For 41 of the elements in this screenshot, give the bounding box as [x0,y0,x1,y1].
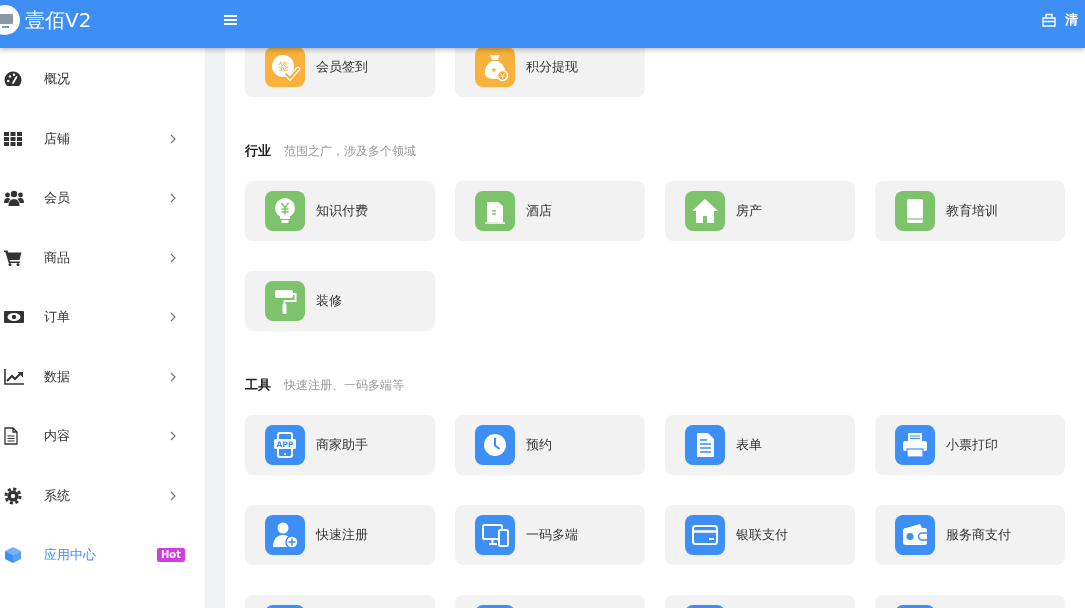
app-card[interactable]: 表单 [665,415,855,475]
cart-icon [4,249,22,266]
app-card[interactable]: 签 会员签到 [245,48,435,97]
gauge-icon [4,71,22,88]
banknote-icon [4,311,24,324]
app-card[interactable]: 小票打印 [875,415,1065,475]
section-title: 工具 [245,376,271,394]
app-card[interactable]: 教育培训 [875,181,1065,241]
sidebar-item[interactable]: 订单 [0,287,205,347]
app-card[interactable]: 快速注册 [245,505,435,565]
gear-icon [4,486,22,505]
section-title: 行业 [245,142,271,160]
sidebar-item[interactable]: 内容 [0,406,205,466]
sidebar-item[interactable]: 商品 [0,228,205,288]
app-title: 壹佰V2 [25,6,92,34]
sidebar-item[interactable]: 概况 [0,49,205,109]
app-card[interactable]: 房产 [665,181,855,241]
app-card[interactable]: 一码多端 [455,505,645,565]
menu-button[interactable] [224,15,237,25]
basket-icon [1042,13,1056,27]
sidebar-item[interactable]: 会员 [0,168,205,228]
app-card[interactable]: 知识付费 [245,181,435,241]
section-subtitle: 范围之广，涉及多个领域 [284,142,416,160]
section-subtitle: 快速注册、一码多端等 [284,376,404,394]
app-card[interactable]: 积分提现 [455,48,645,97]
app-card[interactable]: 银联支付 [665,505,855,565]
menu-icon [224,15,237,25]
users-icon [4,190,24,207]
sidebar-item[interactable]: 数据 [0,347,205,407]
line-chart-icon [4,368,24,385]
hot-badge: Hot [156,548,185,563]
app-card[interactable]: 酒店 [455,181,645,241]
cube-icon [4,546,22,565]
sidebar-item[interactable]: 应用中心 Hot [0,525,205,585]
sidebar-item[interactable]: 系统 [0,466,205,526]
sidebar-item[interactable]: 店铺 [0,109,205,169]
app-card[interactable]: 服务商支付 [875,505,1065,565]
app-card[interactable]: 装修 [245,271,435,331]
app-card[interactable]: 预约 [455,415,645,475]
document-icon [4,427,18,446]
grid-icon [4,131,22,146]
